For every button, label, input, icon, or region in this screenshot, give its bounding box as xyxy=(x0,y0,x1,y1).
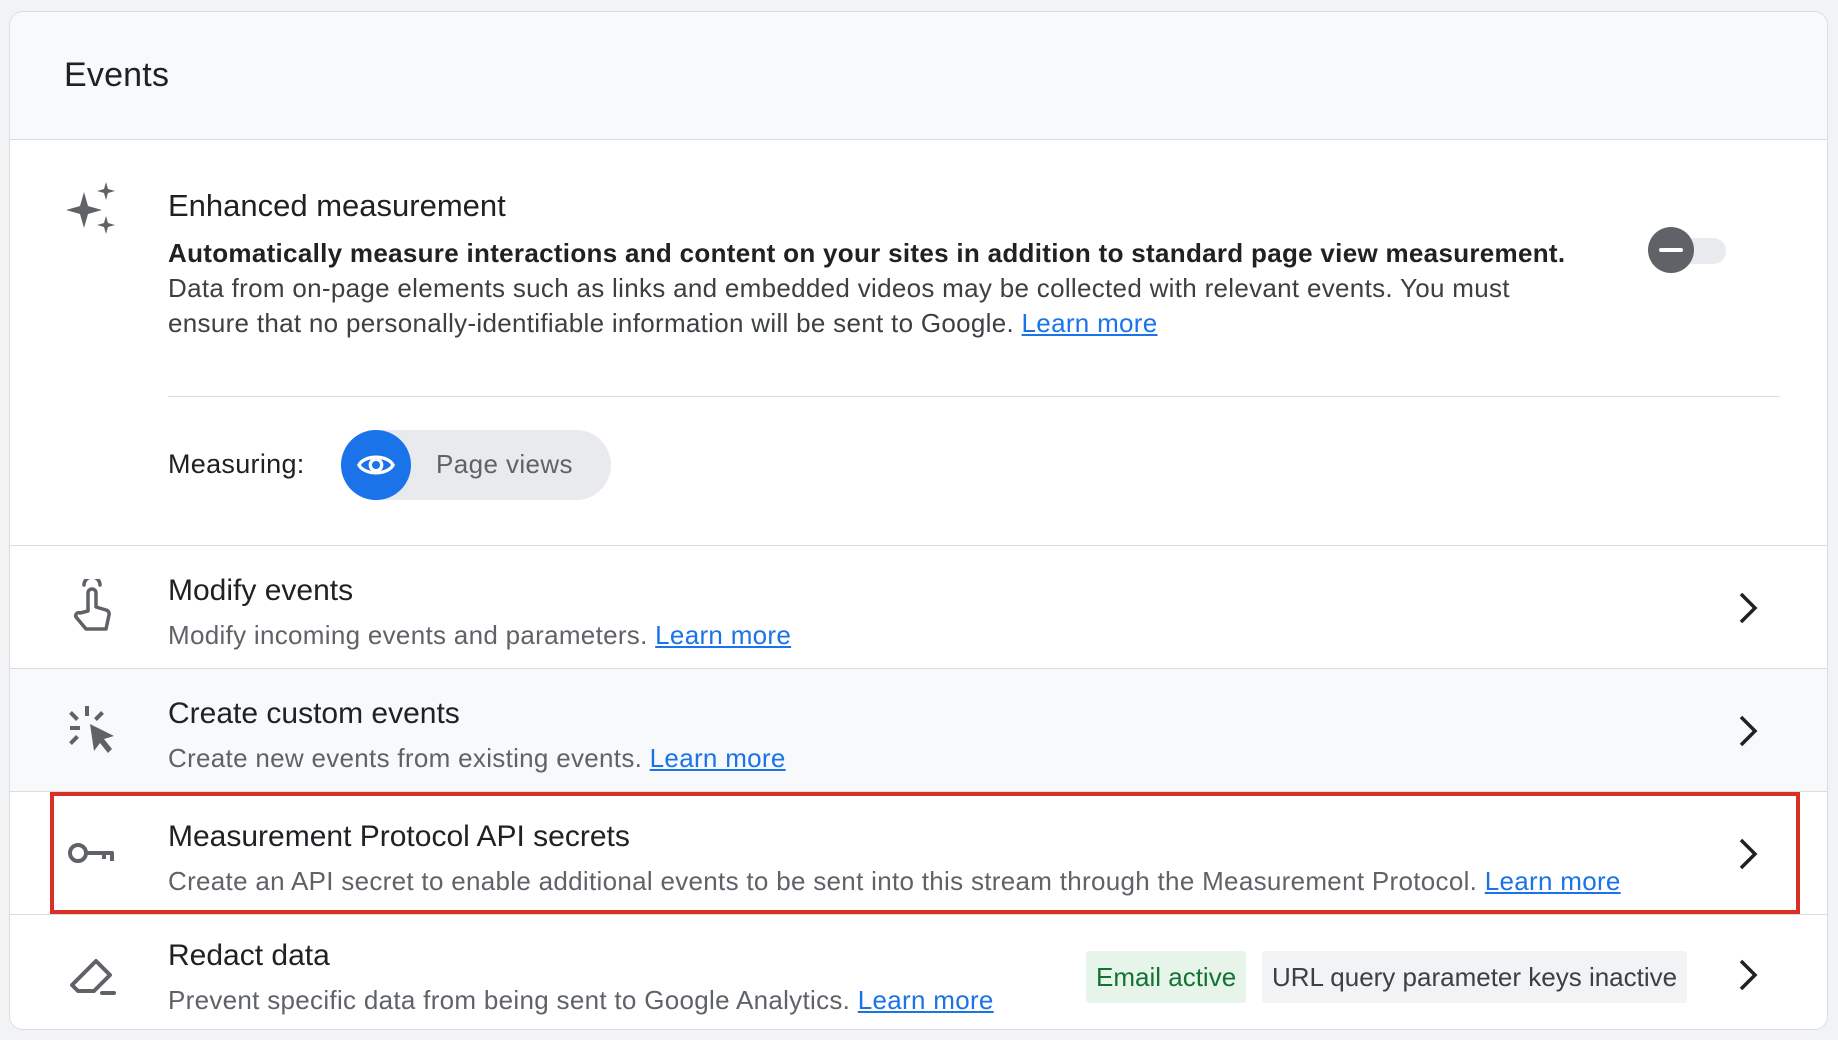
description-text: Modify incoming events and parameters. xyxy=(168,620,648,650)
toggle-knob xyxy=(1648,227,1694,273)
redact-data-title: Redact data xyxy=(168,939,330,972)
enhanced-measurement-description: Automatically measure interactions and c… xyxy=(168,236,1588,341)
touch-hand-icon xyxy=(64,579,120,635)
description-bold: Automatically measure interactions and c… xyxy=(168,238,1566,268)
measuring-label: Measuring: xyxy=(168,449,305,479)
learn-more-link[interactable]: Learn more xyxy=(858,985,994,1015)
measurement-protocol-description: Create an API secret to enable additiona… xyxy=(168,866,1621,897)
learn-more-link[interactable]: Learn more xyxy=(1485,866,1621,896)
modify-events-title: Modify events xyxy=(168,574,354,607)
cursor-click-icon xyxy=(64,702,120,758)
chevron-right-icon[interactable] xyxy=(1727,588,1767,628)
chevron-right-icon[interactable] xyxy=(1727,955,1767,995)
card-header: Events xyxy=(10,12,1827,140)
divider xyxy=(168,396,1780,397)
enhanced-measurement-title: Enhanced measurement xyxy=(168,188,506,223)
modify-events-description: Modify incoming events and parameters. L… xyxy=(168,620,791,651)
eraser-icon xyxy=(64,947,120,1003)
eye-icon xyxy=(341,430,411,500)
description-text: Create new events from existing events. xyxy=(168,743,643,773)
description-rest: Data from on-page elements such as links… xyxy=(168,273,1510,338)
chevron-right-icon[interactable] xyxy=(1727,711,1767,751)
events-card: Events Enhanced measurement Automaticall… xyxy=(9,11,1828,1030)
status-badge-url: URL query parameter keys inactive xyxy=(1262,951,1688,1003)
create-custom-events-row[interactable]: Create custom events Create new events f… xyxy=(10,669,1827,792)
measurement-protocol-api-secrets-row[interactable]: Measurement Protocol API secrets Create … xyxy=(10,792,1827,915)
learn-more-link[interactable]: Learn more xyxy=(650,743,786,773)
learn-more-link[interactable]: Learn more xyxy=(1022,308,1158,338)
status-badge-email: Email active xyxy=(1086,951,1247,1003)
page-title: Events xyxy=(64,56,170,94)
enhanced-measurement-section: Enhanced measurement Automatically measu… xyxy=(10,140,1827,546)
sparkle-icon xyxy=(64,180,120,236)
measuring-chip: Page views xyxy=(341,430,611,500)
chip-label: Page views xyxy=(436,449,573,479)
redact-data-row[interactable]: Redact data Prevent specific data from b… xyxy=(10,915,1827,1029)
create-custom-events-description: Create new events from existing events. … xyxy=(168,743,786,774)
create-custom-events-title: Create custom events xyxy=(168,697,460,730)
enhanced-measurement-toggle[interactable] xyxy=(1648,227,1732,273)
modify-events-row[interactable]: Modify events Modify incoming events and… xyxy=(10,546,1827,669)
measurement-protocol-title: Measurement Protocol API secrets xyxy=(168,820,630,853)
description-text: Prevent specific data from being sent to… xyxy=(168,985,851,1015)
learn-more-link[interactable]: Learn more xyxy=(655,620,791,650)
chevron-right-icon[interactable] xyxy=(1727,834,1767,874)
redact-data-description: Prevent specific data from being sent to… xyxy=(168,985,994,1016)
description-text: Create an API secret to enable additiona… xyxy=(168,866,1478,896)
minus-icon xyxy=(1659,248,1683,252)
key-icon xyxy=(64,825,120,881)
